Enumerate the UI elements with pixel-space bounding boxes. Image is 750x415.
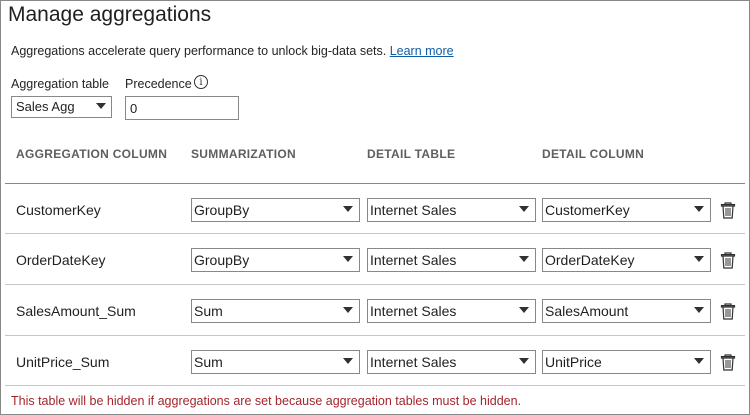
detail-table-value: Internet Sales	[370, 202, 457, 218]
detail-column-select[interactable]: UnitPrice	[542, 350, 711, 374]
chevron-down-icon	[343, 206, 353, 212]
summarization-value: Sum	[194, 354, 223, 370]
detail-column-value: SalesAmount	[545, 303, 629, 319]
summarization-select[interactable]: GroupBy	[191, 198, 360, 222]
dialog-title: Manage aggregations	[8, 3, 212, 26]
description-text: Aggregations accelerate query performanc…	[11, 44, 387, 58]
row-name: UnitPrice_Sum	[16, 354, 110, 370]
summarization-value: Sum	[194, 303, 223, 319]
hidden-table-warning: This table will be hidden if aggregation…	[11, 394, 522, 408]
detail-column-value: CustomerKey	[545, 202, 630, 218]
manage-aggregations-dialog: Manage aggregations Aggregations acceler…	[0, 0, 750, 415]
col-header-detail-column: DETAIL COLUMN	[542, 147, 645, 161]
chevron-down-icon	[519, 206, 529, 212]
chevron-down-icon	[694, 206, 704, 212]
aggregation-table-value: Sales Agg	[16, 99, 75, 114]
chevron-down-icon	[519, 256, 529, 262]
info-icon[interactable]: i	[194, 75, 208, 89]
chevron-down-icon	[519, 358, 529, 364]
chevron-down-icon	[343, 256, 353, 262]
aggregation-table-label: Aggregation table	[11, 77, 109, 91]
chevron-down-icon	[96, 103, 106, 109]
trash-icon[interactable]	[720, 353, 736, 371]
chevron-down-icon	[519, 307, 529, 313]
col-header-summarization: SUMMARIZATION	[191, 147, 296, 161]
trash-icon[interactable]	[720, 302, 736, 320]
col-header-detail-table: DETAIL TABLE	[367, 147, 456, 161]
detail-column-value: OrderDateKey	[545, 252, 635, 268]
learn-more-link[interactable]: Learn more	[390, 44, 454, 58]
aggregation-table-select[interactable]: Sales Agg	[11, 96, 112, 118]
detail-column-value: UnitPrice	[545, 354, 602, 370]
detail-column-select[interactable]: SalesAmount	[542, 299, 711, 323]
detail-table-value: Internet Sales	[370, 252, 457, 268]
header-divider	[5, 183, 745, 184]
chevron-down-icon	[343, 358, 353, 364]
summarization-value: GroupBy	[194, 202, 250, 218]
detail-column-select[interactable]: OrderDateKey	[542, 248, 711, 272]
description: Aggregations accelerate query performanc…	[11, 44, 454, 58]
detail-table-value: Internet Sales	[370, 303, 457, 319]
row-divider	[5, 233, 745, 234]
detail-table-select[interactable]: Internet Sales	[367, 248, 536, 272]
summarization-select[interactable]: Sum	[191, 299, 360, 323]
col-header-aggregation-column: AGGREGATION COLUMN	[16, 147, 168, 161]
detail-table-value: Internet Sales	[370, 354, 457, 370]
precedence-label: Precedence	[125, 77, 192, 91]
row-divider	[5, 335, 745, 336]
chevron-down-icon	[343, 307, 353, 313]
detail-column-select[interactable]: CustomerKey	[542, 198, 711, 222]
detail-table-select[interactable]: Internet Sales	[367, 198, 536, 222]
row-name: CustomerKey	[16, 202, 101, 218]
summarization-value: GroupBy	[194, 252, 250, 268]
row-name: OrderDateKey	[16, 252, 106, 268]
row-divider	[5, 284, 745, 285]
chevron-down-icon	[694, 307, 704, 313]
row-divider	[5, 385, 745, 386]
precedence-input[interactable]	[125, 96, 239, 120]
trash-icon[interactable]	[720, 251, 736, 269]
summarization-select[interactable]: Sum	[191, 350, 360, 374]
trash-icon[interactable]	[720, 201, 736, 219]
chevron-down-icon	[694, 256, 704, 262]
summarization-select[interactable]: GroupBy	[191, 248, 360, 272]
chevron-down-icon	[694, 358, 704, 364]
detail-table-select[interactable]: Internet Sales	[367, 350, 536, 374]
detail-table-select[interactable]: Internet Sales	[367, 299, 536, 323]
row-name: SalesAmount_Sum	[16, 303, 136, 319]
